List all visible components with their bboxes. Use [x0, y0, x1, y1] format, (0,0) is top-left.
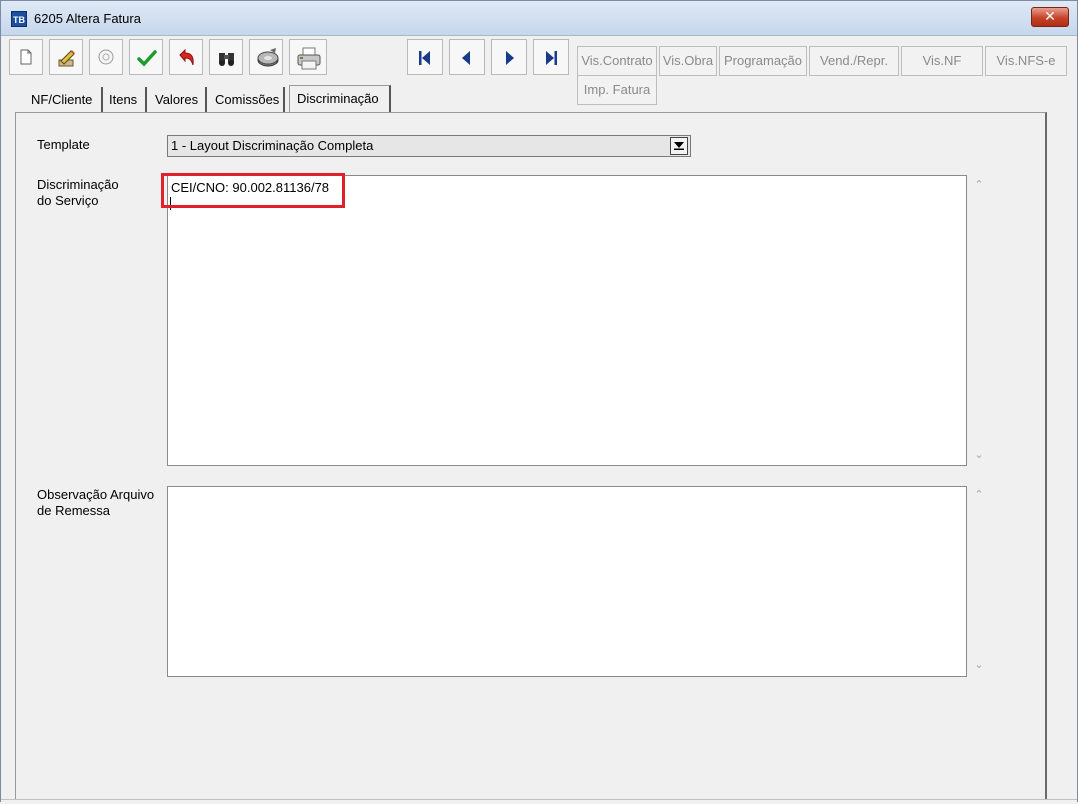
template-selected-value: 1 - Layout Discriminação Completa: [171, 138, 374, 153]
tab-discriminacao[interactable]: Discriminação: [289, 85, 391, 113]
vis-nfse-button[interactable]: Vis.NFS-e: [985, 46, 1067, 76]
previous-record-button[interactable]: [449, 39, 485, 75]
text-caret: [170, 197, 171, 210]
disk-icon: [257, 48, 279, 67]
new-button[interactable]: [9, 39, 43, 75]
dropdown-arrow-button[interactable]: [670, 137, 688, 155]
chevron-down-icon: [674, 142, 684, 150]
first-record-icon: [419, 51, 430, 65]
tab-nf-cliente[interactable]: NF/Cliente: [15, 87, 103, 113]
search-button[interactable]: [209, 39, 243, 75]
scroll-down-icon[interactable]: ⌄: [973, 659, 985, 671]
binoculars-icon: [219, 53, 234, 66]
discriminacao-label: Discriminação do Serviço: [37, 177, 119, 208]
last-record-button[interactable]: [533, 39, 569, 75]
tab-comissoes[interactable]: Comissões: [211, 87, 285, 113]
filter-button[interactable]: [249, 39, 283, 75]
template-select[interactable]: 1 - Layout Discriminação Completa: [167, 135, 691, 157]
window-title: 6205 Altera Fatura: [34, 11, 141, 26]
badge-icon: [98, 49, 114, 65]
observacao-textarea[interactable]: [167, 486, 967, 677]
imp-fatura-button[interactable]: Imp. Fatura: [577, 75, 657, 105]
template-label: Template: [37, 137, 90, 152]
discriminacao-textarea[interactable]: CEI/CNO: 90.002.81136/78: [167, 175, 967, 466]
confirm-button[interactable]: [129, 39, 163, 75]
document-icon: [20, 49, 32, 65]
scroll-up-icon[interactable]: ⌃: [973, 489, 985, 501]
first-record-button[interactable]: [407, 39, 443, 75]
vis-nf-button[interactable]: Vis.NF: [901, 46, 983, 76]
vis-contrato-button[interactable]: Vis.Contrato: [577, 46, 657, 76]
print-button[interactable]: [289, 39, 327, 75]
app-window: TB 6205 Altera Fatura ✕ Vis.Contrato Vis…: [0, 0, 1078, 804]
title-bar[interactable]: TB 6205 Altera Fatura ✕: [1, 1, 1077, 36]
cancel-button[interactable]: [89, 39, 123, 75]
edit-button[interactable]: [49, 39, 83, 75]
previous-record-icon: [462, 51, 470, 65]
app-icon: TB: [11, 11, 27, 27]
checkmark-icon: [137, 50, 157, 67]
undo-button[interactable]: [169, 39, 203, 75]
vend-repr-button[interactable]: Vend./Repr.: [809, 46, 899, 76]
printer-icon: [297, 47, 321, 70]
scroll-down-icon[interactable]: ⌄: [973, 449, 985, 461]
pencil-icon: [58, 50, 75, 67]
last-record-icon: [546, 51, 557, 65]
close-button[interactable]: ✕: [1031, 7, 1069, 27]
next-record-button[interactable]: [491, 39, 527, 75]
scroll-up-icon[interactable]: ⌃: [973, 179, 985, 191]
tab-valores[interactable]: Valores: [151, 87, 207, 113]
observacao-label: Observação Arquivo de Remessa: [37, 487, 155, 518]
programacao-button[interactable]: Programação: [719, 46, 807, 76]
next-record-icon: [506, 51, 514, 65]
tab-itens[interactable]: Itens: [105, 87, 147, 113]
undo-arrow-icon: [179, 48, 194, 66]
vis-obra-button[interactable]: Vis.Obra: [659, 46, 717, 76]
